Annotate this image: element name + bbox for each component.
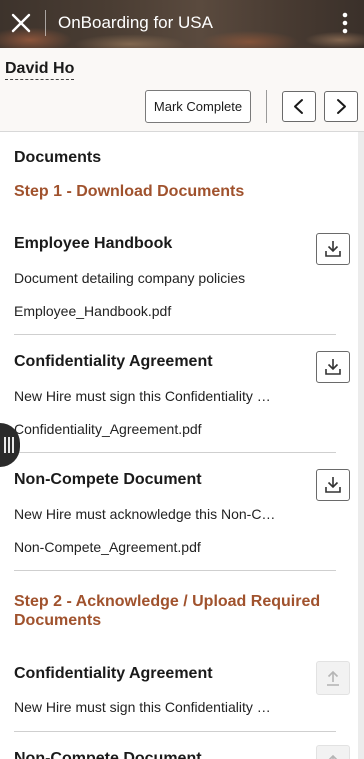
list-item: Confidentiality Agreement New Hire must … <box>14 352 336 442</box>
upload-icon <box>328 754 338 759</box>
upload-button[interactable] <box>316 661 350 695</box>
row-divider <box>14 452 336 453</box>
document-filename: Employee_Handbook.pdf <box>14 303 172 319</box>
row-divider <box>14 731 336 732</box>
scrollbar[interactable] <box>358 132 364 759</box>
list-item: Non-Compete Document <box>14 749 336 759</box>
download-icon <box>325 477 341 493</box>
document-title: Confidentiality Agreement <box>14 353 213 370</box>
document-description: Document detailing company policies <box>14 270 246 286</box>
step-heading-upload: Step 2 - Acknowledge / Upload Required D… <box>14 593 321 629</box>
document-title: Employee Handbook <box>14 235 173 252</box>
list-item: Confidentiality Agreement New Hire must … <box>14 664 336 724</box>
side-panel-handle[interactable] <box>0 423 20 467</box>
upload-icon <box>327 670 339 686</box>
person-name-link[interactable]: David Ho <box>5 60 75 80</box>
download-button[interactable] <box>316 233 350 265</box>
document-title: Confidentiality Agreement <box>14 665 213 682</box>
list-item: Non-Compete Document New Hire must ackno… <box>14 470 336 560</box>
document-title: Non-Compete Document <box>14 471 202 488</box>
drag-handle-icon <box>4 437 14 453</box>
close-button[interactable] <box>8 10 34 36</box>
download-icon <box>325 241 341 257</box>
document-filename: Non-Compete_Agreement.pdf <box>14 539 201 555</box>
download-button[interactable] <box>316 469 350 501</box>
row-divider <box>14 570 336 571</box>
chevron-right-icon <box>337 99 346 114</box>
header-banner: OnBoarding for USA <box>0 0 364 48</box>
upload-button[interactable] <box>316 745 350 759</box>
document-description: New Hire must sign this Confidentiality … <box>14 699 271 715</box>
mark-complete-button[interactable]: Mark Complete <box>145 90 251 123</box>
toolbar-divider <box>266 90 267 123</box>
document-description: New Hire must acknowledge this Non-C… <box>14 506 276 522</box>
previous-button[interactable] <box>282 91 316 122</box>
page-title: OnBoarding for USA <box>58 13 213 32</box>
chevron-left-icon <box>294 99 303 114</box>
person-toolbar: David Ho Mark Complete <box>0 48 364 132</box>
kebab-menu-icon <box>342 12 348 34</box>
document-filename: Confidentiality_Agreement.pdf <box>14 421 202 437</box>
step-heading-download: Step 1 - Download Documents <box>14 183 245 200</box>
more-menu-button[interactable] <box>334 9 356 37</box>
list-item: Employee Handbook Document detailing com… <box>14 234 336 324</box>
next-button[interactable] <box>324 91 358 122</box>
download-button[interactable] <box>316 351 350 383</box>
row-divider <box>14 334 336 335</box>
close-icon <box>11 13 31 33</box>
document-description: New Hire must sign this Confidentiality … <box>14 388 271 404</box>
header-divider <box>45 10 46 36</box>
document-title: Non-Compete Document <box>14 750 202 759</box>
section-heading-documents: Documents <box>14 149 102 166</box>
download-icon <box>325 359 341 375</box>
